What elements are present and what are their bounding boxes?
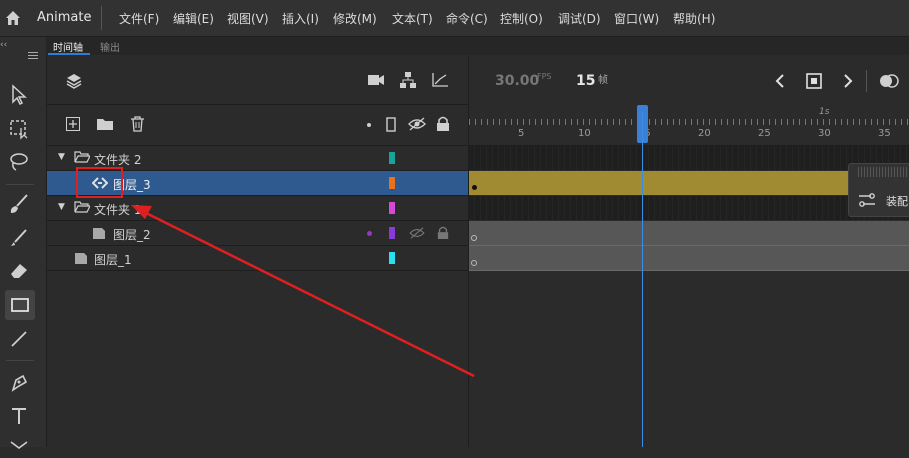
panel-grip[interactable] bbox=[858, 167, 909, 177]
frame-row-layer-1[interactable] bbox=[469, 246, 909, 271]
free-transform-icon[interactable] bbox=[7, 116, 31, 140]
menu-file[interactable]: 文件(F) bbox=[119, 10, 159, 27]
layer-color-swatch[interactable] bbox=[389, 152, 395, 164]
current-frame[interactable]: 15 bbox=[576, 73, 595, 89]
chevron-down-icon[interactable]: ▼ bbox=[58, 152, 65, 162]
fps-unit: FPS bbox=[537, 72, 552, 81]
menu-control[interactable]: 控制(O) bbox=[500, 10, 543, 27]
frame-row-folder-1[interactable] bbox=[469, 196, 909, 220]
more-tools-icon[interactable] bbox=[7, 434, 31, 458]
new-layer-icon[interactable] bbox=[66, 117, 80, 131]
visibility-icon[interactable] bbox=[408, 117, 426, 131]
visibility-icon[interactable] bbox=[409, 227, 425, 239]
menu-window[interactable]: 窗口(W) bbox=[614, 10, 659, 27]
highlight-dot-icon[interactable] bbox=[367, 123, 371, 127]
paint-brush-icon[interactable] bbox=[7, 192, 31, 216]
open-folder-icon bbox=[74, 151, 90, 163]
layer-color-swatch[interactable] bbox=[389, 202, 395, 214]
empty-timeline-area[interactable] bbox=[469, 271, 909, 447]
frame-span-layer-3[interactable] bbox=[469, 171, 909, 195]
panel-tab-bar bbox=[46, 37, 909, 55]
frame-row-layer-2[interactable] bbox=[469, 221, 909, 246]
layer-name[interactable]: 图层_2 bbox=[113, 226, 151, 243]
layer-color-swatch[interactable] bbox=[389, 252, 395, 264]
menu-help[interactable]: 帮助(H) bbox=[673, 10, 715, 27]
selection-tool-icon[interactable] bbox=[7, 83, 31, 107]
eraser-tool-icon[interactable] bbox=[7, 258, 31, 282]
keyframe-icon[interactable] bbox=[806, 73, 822, 89]
rectangle-tool-icon[interactable] bbox=[8, 293, 32, 317]
active-tab-indicator bbox=[48, 53, 90, 55]
brush-tool-icon[interactable] bbox=[7, 226, 31, 250]
next-frame-icon[interactable] bbox=[842, 73, 854, 89]
frame-row-folder-2[interactable] bbox=[469, 146, 909, 170]
playhead-line[interactable] bbox=[642, 112, 643, 447]
menu-divider bbox=[101, 6, 102, 30]
ruler-label: 5 bbox=[518, 128, 525, 139]
annotation-highlight-box bbox=[76, 167, 123, 198]
ruler-label: 25 bbox=[758, 128, 771, 139]
tab-output[interactable]: 输出 bbox=[100, 39, 120, 54]
fps-value[interactable]: 30.00 bbox=[495, 73, 539, 89]
frame-unit: 帧 bbox=[598, 75, 608, 86]
camera-icon[interactable] bbox=[367, 72, 385, 88]
layer-row-layer-2[interactable] bbox=[47, 221, 468, 246]
tab-timeline[interactable]: 时间轴 bbox=[53, 39, 83, 54]
layer-name[interactable]: 图层_1 bbox=[94, 251, 132, 268]
ruler-ticks bbox=[469, 119, 909, 125]
ruler-label: 20 bbox=[698, 128, 711, 139]
outline-icon[interactable] bbox=[386, 117, 396, 132]
layer-icon bbox=[75, 253, 87, 264]
graph-icon[interactable] bbox=[431, 72, 449, 88]
layer-parenting-icon[interactable] bbox=[399, 71, 417, 89]
line-tool-icon[interactable] bbox=[7, 327, 31, 351]
menu-edit[interactable]: 编辑(E) bbox=[173, 10, 214, 27]
seconds-marker: 1s bbox=[819, 107, 830, 117]
layer-name[interactable]: 文件夹 2 bbox=[94, 151, 141, 168]
menu-lines-icon[interactable] bbox=[28, 52, 38, 53]
highlight-dot-icon[interactable] bbox=[367, 231, 372, 236]
layer-color-swatch[interactable] bbox=[389, 177, 395, 189]
app-name: Animate bbox=[37, 10, 92, 25]
empty-keyframe-marker[interactable] bbox=[471, 235, 477, 241]
onion-skin-icon[interactable] bbox=[878, 73, 900, 89]
pen-tool-icon[interactable] bbox=[7, 370, 31, 394]
frame-ruler[interactable] bbox=[469, 105, 909, 146]
lock-icon[interactable] bbox=[437, 226, 449, 240]
menu-view[interactable]: 视图(V) bbox=[227, 10, 269, 27]
keyframe-marker[interactable] bbox=[472, 185, 477, 190]
chevron-down-icon[interactable]: ▼ bbox=[58, 202, 65, 212]
collapse-icon[interactable]: ‹‹ bbox=[0, 40, 7, 50]
previous-frame-icon[interactable] bbox=[774, 73, 786, 89]
open-folder-icon bbox=[74, 201, 90, 213]
menu-debug[interactable]: 调试(D) bbox=[558, 10, 601, 27]
empty-keyframe-marker[interactable] bbox=[471, 260, 477, 266]
lock-icon[interactable] bbox=[436, 116, 450, 132]
ruler-label: 30 bbox=[818, 128, 831, 139]
menu-modify[interactable]: 修改(M) bbox=[333, 10, 377, 27]
layers-icon[interactable] bbox=[64, 71, 84, 91]
layer-icon bbox=[93, 228, 105, 239]
text-tool-icon[interactable] bbox=[7, 404, 31, 428]
assembly-label[interactable]: 装配 bbox=[886, 193, 908, 209]
menu-commands[interactable]: 命令(C) bbox=[446, 10, 488, 27]
ruler-label: 10 bbox=[578, 128, 591, 139]
assembly-icon bbox=[859, 193, 875, 207]
home-icon[interactable] bbox=[4, 9, 22, 27]
ruler-label: 35 bbox=[878, 128, 891, 139]
delete-icon[interactable] bbox=[130, 116, 145, 132]
menu-insert[interactable]: 插入(I) bbox=[282, 10, 319, 27]
menu-text[interactable]: 文本(T) bbox=[392, 10, 433, 27]
lasso-tool-icon[interactable] bbox=[7, 150, 31, 174]
layer-name[interactable]: 文件夹 1 bbox=[94, 201, 141, 218]
layer-color-swatch[interactable] bbox=[389, 227, 395, 239]
new-folder-icon[interactable] bbox=[96, 117, 114, 131]
